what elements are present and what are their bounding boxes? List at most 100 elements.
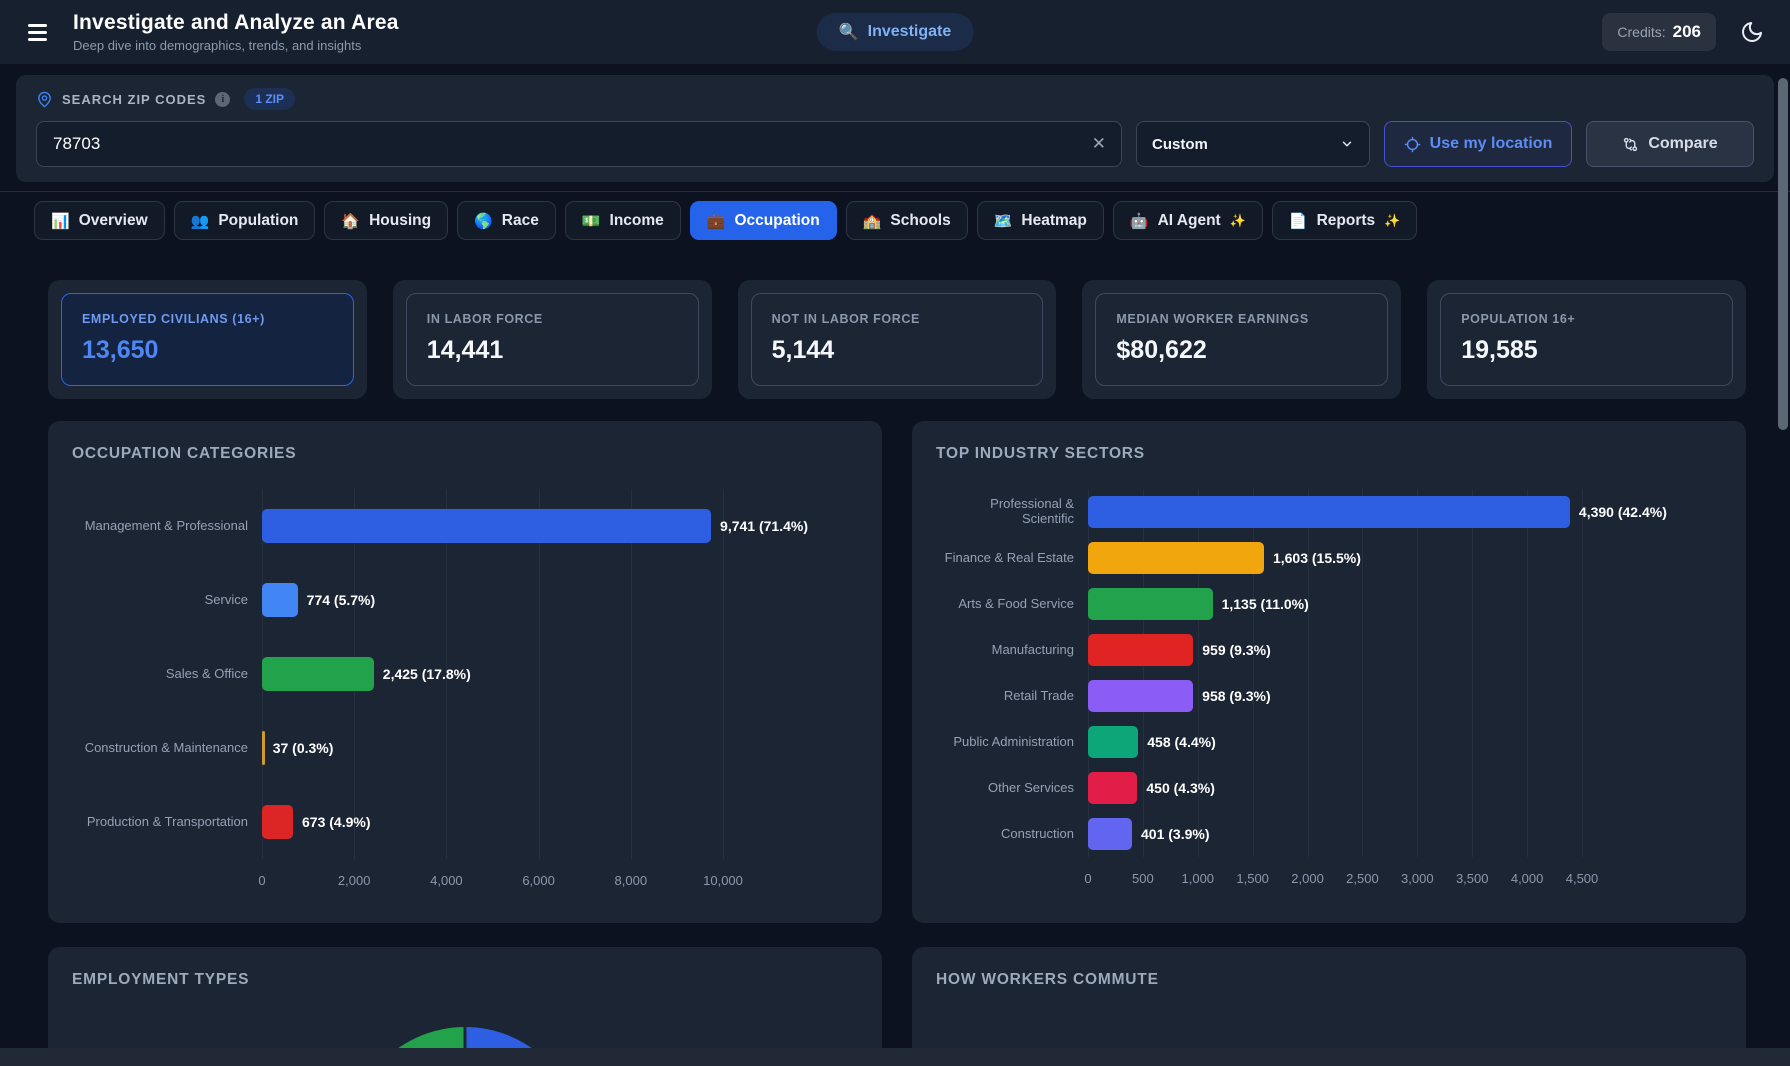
bar-sales-office[interactable] [262, 657, 374, 691]
top-header-bar: Investigate and Analyze an Area Deep div… [0, 0, 1790, 64]
stat-card-in-labor-force[interactable]: IN LABOR FORCE 14,441 [393, 280, 712, 399]
tab-schools[interactable]: 🏫Schools [846, 201, 968, 240]
category-label: Sales & Office [72, 667, 262, 682]
bar-track: 401 (3.9%) [1088, 811, 1582, 857]
bar-value-label: 2,425 (17.8%) [383, 666, 471, 682]
use-my-location-button[interactable]: Use my location [1384, 121, 1572, 167]
category-label: Public Administration [936, 735, 1088, 750]
top-industry-sectors-chart: Professional & Scientific4,390 (42.4%)Fi… [936, 489, 1722, 893]
x-axis-tick: 4,000 [1511, 871, 1544, 886]
bar-value-label: 401 (3.9%) [1141, 826, 1209, 842]
chart-row-management-professional: Management & Professional9,741 (71.4%) [72, 489, 723, 563]
stat-card-inner: IN LABOR FORCE 14,441 [406, 293, 699, 386]
tab-race[interactable]: 🌎Race [457, 201, 556, 240]
bar-track: 4,390 (42.4%) [1088, 489, 1582, 535]
category-label: Manufacturing [936, 643, 1088, 658]
x-axis-tick: 4,500 [1566, 871, 1599, 886]
bottom-edge-strip [0, 1048, 1790, 1066]
bar-other-services[interactable] [1088, 772, 1137, 804]
chevron-down-icon [1340, 137, 1354, 151]
tab-label: Overview [79, 212, 148, 230]
stat-label: IN LABOR FORCE [427, 312, 678, 326]
x-axis: 02,0004,0006,0008,00010,000 [262, 873, 723, 895]
chart-row-production-transportation: Production & Transportation673 (4.9%) [72, 785, 723, 859]
category-label: Arts & Food Service [936, 597, 1088, 612]
stat-card-not-in-labor-force[interactable]: NOT IN LABOR FORCE5,144 [738, 280, 1057, 399]
zip-search-input[interactable] [36, 121, 1122, 167]
tab-label: Income [610, 212, 664, 230]
bar-professional-scientific[interactable] [1088, 496, 1570, 528]
moon-icon[interactable] [1740, 20, 1764, 44]
tab-housing[interactable]: 🏠Housing [324, 201, 448, 240]
vertical-scrollbar-thumb[interactable] [1778, 78, 1788, 430]
compare-button-label: Compare [1648, 135, 1717, 153]
bar-public-administration[interactable] [1088, 726, 1138, 758]
chart-row-construction: Construction401 (3.9%) [936, 811, 1582, 857]
bar-track: 959 (9.3%) [1088, 627, 1582, 673]
tab-overview[interactable]: 📊Overview [34, 201, 165, 240]
x-axis-tick: 1,000 [1181, 871, 1214, 886]
stat-label: MEDIAN WORKER EARNINGS [1116, 312, 1367, 326]
compare-button[interactable]: Compare [1586, 121, 1754, 167]
range-select-value: Custom [1152, 136, 1208, 153]
x-axis-tick: 3,000 [1401, 871, 1434, 886]
bar-track: 673 (4.9%) [262, 785, 723, 859]
tab-population[interactable]: 👥 Population [174, 201, 316, 240]
bar-finance-real-estate[interactable] [1088, 542, 1264, 574]
menu-icon[interactable] [26, 20, 49, 45]
stat-card-employed-civilians-16[interactable]: EMPLOYED CIVILIANS (16+)13,650 [48, 280, 367, 399]
stat-card-median-worker-earnings[interactable]: MEDIAN WORKER EARNINGS$80,622 [1082, 280, 1401, 399]
bar-retail-trade[interactable] [1088, 680, 1193, 712]
stat-label: NOT IN LABOR FORCE [772, 312, 1023, 326]
bar-value-label: 673 (4.9%) [302, 814, 370, 830]
bar-arts-food-service[interactable] [1088, 588, 1213, 620]
bar-track: 1,135 (11.0%) [1088, 581, 1582, 627]
sparkles-icon: ✨ [1230, 213, 1246, 229]
bar-production-transportation[interactable] [262, 805, 293, 839]
bar-service[interactable] [262, 583, 298, 617]
gridline [1582, 489, 1583, 857]
stat-card-inner: MEDIAN WORKER EARNINGS$80,622 [1095, 293, 1388, 386]
investigate-button[interactable]: 🔍 Investigate [817, 13, 974, 51]
tab-heatmap[interactable]: 🗺️Heatmap [977, 201, 1104, 240]
compare-icon [1622, 136, 1639, 153]
tab-income[interactable]: 💵Income [565, 201, 681, 240]
info-icon[interactable]: i [215, 92, 230, 107]
bar-manufacturing[interactable] [1088, 634, 1193, 666]
use-my-location-label: Use my location [1430, 135, 1553, 153]
chart-row-construction-maintenance: Construction & Maintenance37 (0.3%) [72, 711, 723, 785]
clear-icon[interactable]: ✕ [1084, 128, 1114, 160]
x-axis-tick: 10,000 [703, 873, 743, 888]
document-icon: 📄 [1289, 212, 1308, 230]
stat-value: 14,441 [427, 336, 678, 365]
stat-label: EMPLOYED CIVILIANS (16+) [82, 312, 333, 326]
stat-card-population-16[interactable]: POPULATION 16+19,585 [1427, 280, 1746, 399]
bar-management-professional[interactable] [262, 509, 711, 543]
occupation-categories-chart: Management & Professional9,741 (71.4%)Se… [72, 489, 858, 895]
range-select[interactable]: Custom [1136, 121, 1370, 167]
tab-occupation[interactable]: 💼Occupation [690, 201, 837, 240]
bar-value-label: 1,135 (11.0%) [1222, 596, 1309, 612]
bar-track: 37 (0.3%) [262, 711, 723, 785]
stat-card-inner: NOT IN LABOR FORCE5,144 [751, 293, 1044, 386]
top-industry-sectors-title: TOP INDUSTRY SECTORS [936, 445, 1722, 463]
category-label: Finance & Real Estate [936, 551, 1088, 566]
crosshair-icon [1404, 136, 1421, 153]
chart-plot-area: Management & Professional9,741 (71.4%)Se… [72, 489, 723, 859]
credits-badge: Credits: 206 [1602, 13, 1716, 51]
tab-reports[interactable]: 📄Reports✨ [1272, 201, 1417, 240]
x-axis-tick: 2,000 [338, 873, 371, 888]
zip-count-badge: 1 ZIP [244, 88, 295, 110]
zip-search-panel: SEARCH ZIP CODES i 1 ZIP ✕ Custom Use my… [16, 75, 1774, 182]
people-icon: 👥 [191, 212, 210, 230]
sparkles-icon: ✨ [1384, 213, 1400, 229]
bar-construction-maintenance[interactable] [262, 731, 265, 765]
chart-row-arts-food-service: Arts & Food Service 1,135 (11.0%) [936, 581, 1582, 627]
briefcase-icon: 💼 [707, 212, 726, 230]
stat-card-inner: EMPLOYED CIVILIANS (16+)13,650 [61, 293, 354, 386]
tab-ai-agent[interactable]: 🤖AI Agent✨ [1113, 201, 1263, 240]
school-icon: 🏫 [863, 212, 882, 230]
tab-label: Population [218, 212, 298, 230]
page-title: Investigate and Analyze an Area [73, 11, 399, 35]
bar-construction[interactable] [1088, 818, 1132, 850]
